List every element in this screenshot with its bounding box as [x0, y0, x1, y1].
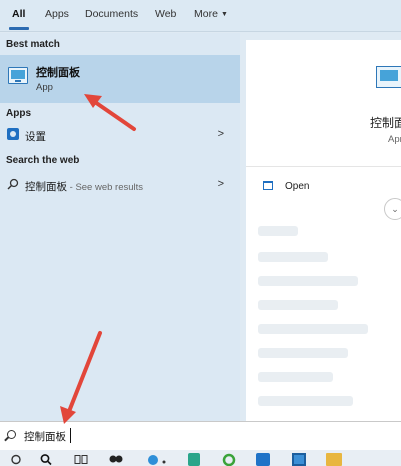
app-icon[interactable]	[108, 453, 124, 466]
best-match-result[interactable]: 控制面板 App	[0, 55, 240, 103]
blurred-content	[258, 396, 353, 406]
blurred-content	[258, 372, 333, 382]
tab-web[interactable]: Web	[155, 8, 176, 20]
section-search-web: Search the web	[6, 155, 80, 166]
section-apps: Apps	[6, 108, 31, 119]
blurred-content	[258, 276, 358, 286]
web-item-control-panel[interactable]: 控制面板 - See web results >	[0, 172, 240, 198]
tab-more[interactable]: More ▼	[194, 8, 228, 20]
chevron-down-icon: ⌄	[391, 204, 399, 214]
tab-more-label: More	[194, 8, 218, 20]
app-icon[interactable]	[188, 453, 200, 466]
tab-documents[interactable]: Documents	[85, 8, 138, 20]
divider	[246, 166, 401, 167]
control-panel-large-icon	[376, 66, 401, 88]
preview-subtitle: Apr	[388, 134, 401, 145]
web-item-query: 控制面板	[25, 181, 67, 193]
best-match-title: 控制面板	[36, 67, 80, 79]
active-tab-indicator	[9, 27, 29, 30]
text-cursor	[70, 428, 71, 443]
taskbar	[0, 450, 401, 466]
search-box[interactable]	[0, 421, 401, 450]
search-filter-tabs: All Apps Documents Web More ▼	[0, 0, 401, 32]
preview-panel: 控制面板 Apr Open ⌄	[246, 40, 401, 421]
open-icon	[263, 181, 273, 190]
app-item-settings[interactable]: 设置 >	[0, 122, 240, 148]
folder-icon[interactable]	[326, 453, 342, 466]
app-icon[interactable]	[256, 453, 270, 466]
ie-icon[interactable]	[222, 453, 236, 466]
results-panel: Best match 控制面板 App Apps 设置 > Search the…	[0, 33, 240, 421]
settings-icon	[7, 128, 19, 140]
app-item-label: 设置	[25, 131, 46, 143]
web-item-hint: - See web results	[67, 182, 144, 193]
search-icon	[7, 178, 19, 190]
blurred-content	[258, 324, 368, 334]
chevron-right-icon: >	[217, 178, 224, 190]
blurred-content	[258, 252, 328, 262]
blurred-content	[258, 348, 348, 358]
blurred-content	[258, 300, 338, 310]
tab-all[interactable]: All	[12, 8, 25, 20]
chevron-right-icon: >	[217, 128, 224, 140]
search-icon[interactable]	[40, 453, 52, 466]
control-panel-taskbar-icon[interactable]	[292, 453, 306, 466]
open-label: Open	[285, 181, 310, 192]
chevron-down-icon: ▼	[220, 11, 228, 18]
section-best-match: Best match	[6, 39, 60, 50]
start-search-icon[interactable]	[10, 453, 22, 466]
web-item-label: 控制面板 - See web results	[25, 179, 143, 194]
search-input[interactable]	[24, 427, 384, 445]
control-panel-icon	[8, 67, 28, 84]
tab-apps[interactable]: Apps	[45, 8, 69, 20]
task-view-icon[interactable]	[74, 453, 88, 466]
best-match-subtitle: App	[36, 82, 53, 93]
edge-icon[interactable]	[146, 453, 172, 466]
search-icon	[7, 430, 16, 439]
blurred-content	[258, 226, 298, 236]
preview-title: 控制面板	[370, 116, 401, 130]
expand-button[interactable]: ⌄	[384, 198, 401, 220]
